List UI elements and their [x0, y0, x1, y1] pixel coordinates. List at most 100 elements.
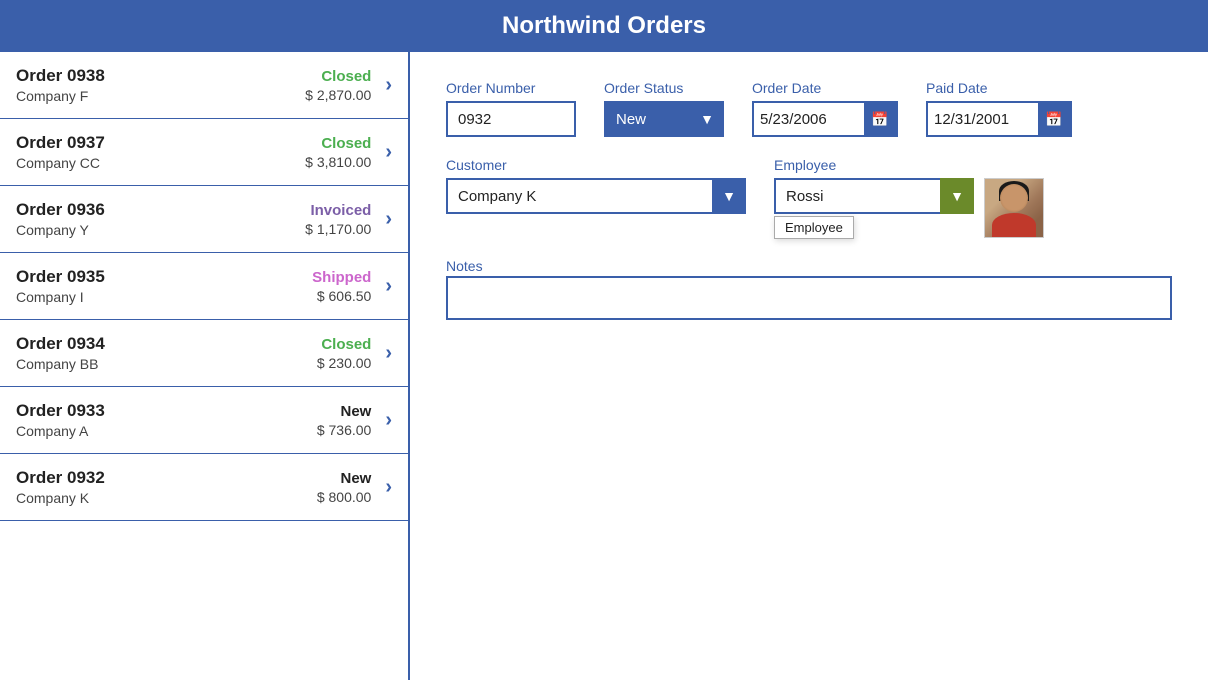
- paid-date-group: Paid Date 📅: [926, 80, 1072, 137]
- order-chevron-icon: ›: [385, 342, 392, 365]
- order-list-item[interactable]: Order 0933 Company A New $ 736.00 ›: [0, 387, 408, 454]
- notes-section: Notes: [446, 258, 1172, 325]
- app-container: Northwind Orders Order 0938 Company F Cl…: [0, 0, 1208, 680]
- order-list-item[interactable]: Order 0934 Company BB Closed $ 230.00 ›: [0, 320, 408, 387]
- order-list-item[interactable]: Order 0936 Company Y Invoiced $ 1,170.00…: [0, 186, 408, 253]
- order-status-badge: Closed: [305, 135, 371, 152]
- order-number-group: Order Number: [446, 80, 576, 137]
- order-title: Order 0932: [16, 468, 317, 488]
- order-date-wrapper: 📅: [752, 101, 898, 137]
- order-amount: $ 800.00: [317, 489, 372, 505]
- employee-label: Employee: [774, 157, 1044, 173]
- order-status-badge: Invoiced: [305, 202, 371, 219]
- detail-panel: Order Number Order Status New Shipped In…: [410, 52, 1208, 680]
- order-info: Order 0936 Company Y: [16, 200, 305, 238]
- order-date-group: Order Date 📅: [752, 80, 898, 137]
- order-list-item[interactable]: Order 0937 Company CC Closed $ 3,810.00 …: [0, 119, 408, 186]
- customer-label: Customer: [446, 157, 746, 173]
- customer-select[interactable]: Company A Company BB Company CC Company …: [446, 178, 746, 214]
- employee-dropdown-button[interactable]: ▼: [940, 178, 974, 214]
- order-title: Order 0937: [16, 133, 305, 153]
- order-date-label: Order Date: [752, 80, 898, 96]
- order-list-item[interactable]: Order 0935 Company I Shipped $ 606.50 ›: [0, 253, 408, 320]
- employee-tooltip: Employee: [774, 216, 854, 239]
- orders-list-panel: Order 0938 Company F Closed $ 2,870.00 ›…: [0, 52, 410, 680]
- order-chevron-icon: ›: [385, 141, 392, 164]
- order-status-badge: Shipped: [312, 269, 371, 286]
- paid-date-label: Paid Date: [926, 80, 1072, 96]
- order-chevron-icon: ›: [385, 275, 392, 298]
- paid-date-wrapper: 📅: [926, 101, 1072, 137]
- employee-section: ▼ Employee: [774, 178, 1044, 238]
- customer-select-wrapper: Company A Company BB Company CC Company …: [446, 178, 746, 214]
- order-list-item[interactable]: Order 0932 Company K New $ 800.00 ›: [0, 454, 408, 521]
- employee-select-wrapper: ▼: [774, 178, 974, 214]
- order-right: Closed $ 2,870.00: [305, 68, 371, 103]
- order-title: Order 0933: [16, 401, 317, 421]
- employee-group: Employee ▼ Employee: [774, 157, 1044, 238]
- employee-photo-inner: [985, 179, 1043, 237]
- order-right: New $ 800.00: [317, 470, 372, 505]
- order-date-picker-button[interactable]: 📅: [864, 103, 896, 135]
- main-body: Order 0938 Company F Closed $ 2,870.00 ›…: [0, 52, 1208, 680]
- order-amount: $ 736.00: [317, 422, 372, 438]
- order-info: Order 0933 Company A: [16, 401, 317, 439]
- calendar-icon: 📅: [871, 111, 888, 128]
- order-right: Closed $ 230.00: [317, 336, 372, 371]
- employee-input-area: ▼ Employee: [774, 178, 974, 214]
- order-status-select[interactable]: New Shipped Invoiced Closed: [604, 101, 724, 137]
- notes-input[interactable]: [446, 276, 1172, 320]
- app-title: Northwind Orders: [502, 12, 706, 39]
- order-title: Order 0934: [16, 334, 317, 354]
- order-amount: $ 230.00: [317, 355, 372, 371]
- order-info: Order 0935 Company I: [16, 267, 312, 305]
- order-right: Shipped $ 606.50: [312, 269, 371, 304]
- order-info: Order 0934 Company BB: [16, 334, 317, 372]
- order-amount: $ 3,810.00: [305, 154, 371, 170]
- order-company: Company BB: [16, 356, 317, 372]
- order-title: Order 0936: [16, 200, 305, 220]
- order-list-item[interactable]: Order 0938 Company F Closed $ 2,870.00 ›: [0, 52, 408, 119]
- order-chevron-icon: ›: [385, 208, 392, 231]
- order-status-group: Order Status New Shipped Invoiced Closed…: [604, 80, 724, 137]
- order-company: Company Y: [16, 222, 305, 238]
- order-title: Order 0935: [16, 267, 312, 287]
- order-status-badge: Closed: [317, 336, 372, 353]
- order-right: New $ 736.00: [317, 403, 372, 438]
- order-status-badge: New: [317, 470, 372, 487]
- notes-label: Notes: [446, 258, 483, 274]
- order-right: Invoiced $ 1,170.00: [305, 202, 371, 237]
- employee-chevron-icon: ▼: [950, 188, 964, 204]
- order-title: Order 0938: [16, 66, 305, 86]
- order-amount: $ 1,170.00: [305, 221, 371, 237]
- order-info: Order 0938 Company F: [16, 66, 305, 104]
- orders-list: Order 0938 Company F Closed $ 2,870.00 ›…: [0, 52, 408, 521]
- order-info: Order 0932 Company K: [16, 468, 317, 506]
- order-date-input[interactable]: [754, 105, 864, 134]
- employee-photo-body: [992, 213, 1036, 237]
- order-status-badge: New: [317, 403, 372, 420]
- order-company: Company K: [16, 490, 317, 506]
- order-amount: $ 606.50: [312, 288, 371, 304]
- calendar-icon-2: 📅: [1045, 111, 1062, 128]
- order-amount: $ 2,870.00: [305, 87, 371, 103]
- employee-photo-head: [1000, 184, 1028, 212]
- customer-group: Customer Company A Company BB Company CC…: [446, 157, 746, 214]
- app-header: Northwind Orders: [0, 0, 1208, 52]
- form-row-1: Order Number Order Status New Shipped In…: [446, 80, 1172, 137]
- order-company: Company A: [16, 423, 317, 439]
- employee-photo: [984, 178, 1044, 238]
- order-chevron-icon: ›: [385, 74, 392, 97]
- order-number-input[interactable]: [446, 101, 576, 137]
- order-status-select-wrapper: New Shipped Invoiced Closed ▼: [604, 101, 724, 137]
- order-company: Company CC: [16, 155, 305, 171]
- order-status-label: Order Status: [604, 80, 724, 96]
- order-status-badge: Closed: [305, 68, 371, 85]
- order-chevron-icon: ›: [385, 409, 392, 432]
- paid-date-input[interactable]: [928, 105, 1038, 134]
- order-info: Order 0937 Company CC: [16, 133, 305, 171]
- form-row-2: Customer Company A Company BB Company CC…: [446, 157, 1172, 238]
- order-chevron-icon: ›: [385, 476, 392, 499]
- order-number-label: Order Number: [446, 80, 576, 96]
- paid-date-picker-button[interactable]: 📅: [1038, 103, 1070, 135]
